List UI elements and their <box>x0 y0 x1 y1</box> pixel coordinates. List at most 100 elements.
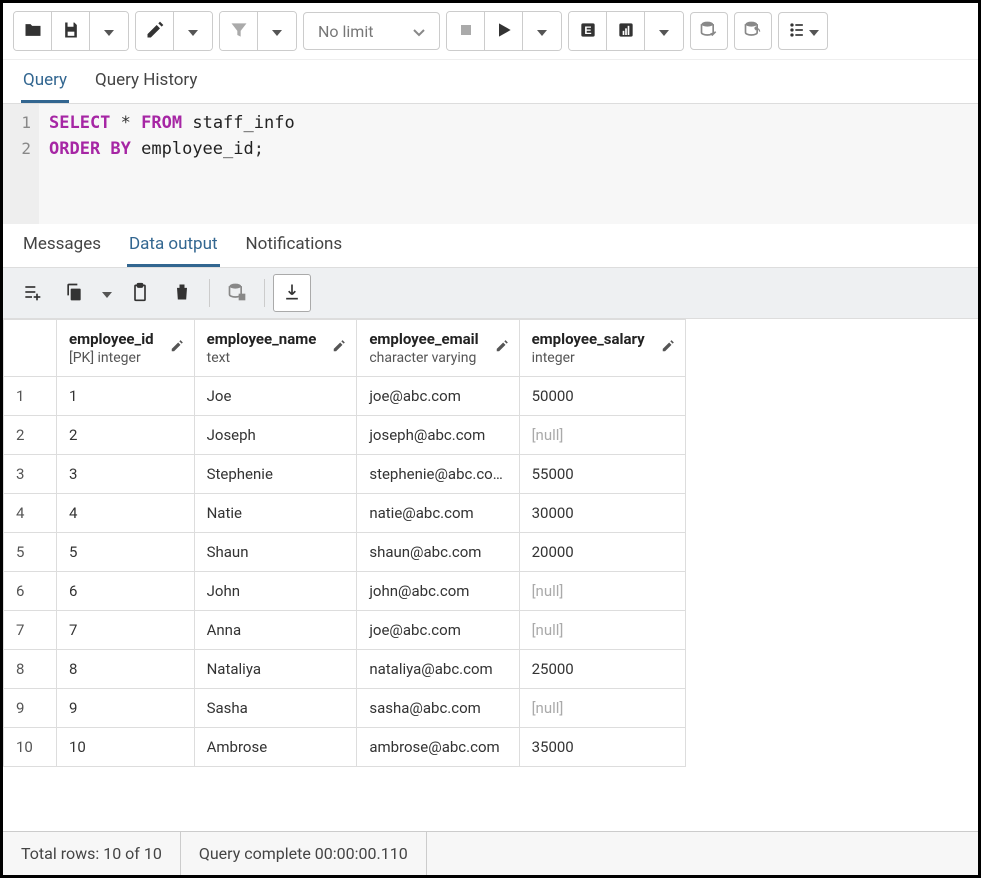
table-row[interactable]: 5 5 Shaun shaun@abc.com 20000 <box>4 533 686 572</box>
cell-id[interactable]: 1 <box>57 377 195 416</box>
cell-salary[interactable]: 25000 <box>519 650 685 689</box>
column-name: employee_salary <box>532 330 645 348</box>
cell-name[interactable]: Stephenie <box>194 455 357 494</box>
execute-dropdown-button[interactable] <box>523 12 561 50</box>
cell-salary[interactable]: [null] <box>519 611 685 650</box>
table-row[interactable]: 8 8 Nataliya nataliya@abc.com 25000 <box>4 650 686 689</box>
add-row-button[interactable] <box>13 274 51 312</box>
table-row[interactable]: 10 10 Ambrose ambrose@abc.com 35000 <box>4 728 686 767</box>
table-row[interactable]: 9 9 Sasha sasha@abc.com [null] <box>4 689 686 728</box>
row-number: 9 <box>4 689 57 728</box>
cell-name[interactable]: Natie <box>194 494 357 533</box>
sql-code[interactable]: SELECT * FROM staff_info ORDER BY employ… <box>39 104 978 224</box>
table-row[interactable]: 4 4 Natie natie@abc.com 30000 <box>4 494 686 533</box>
table-row[interactable]: 3 3 Stephenie stephenie@abc.co… 55000 <box>4 455 686 494</box>
row-number: 3 <box>4 455 57 494</box>
save-icon <box>61 20 81 43</box>
tab-query[interactable]: Query <box>21 60 69 103</box>
cell-email[interactable]: stephenie@abc.co… <box>357 455 519 494</box>
tab-messages[interactable]: Messages <box>21 224 103 267</box>
paste-button[interactable] <box>121 274 159 312</box>
cell-email[interactable]: shaun@abc.com <box>357 533 519 572</box>
cell-id[interactable]: 4 <box>57 494 195 533</box>
table-row[interactable]: 2 2 Joseph joseph@abc.com [null] <box>4 416 686 455</box>
cell-salary[interactable]: 35000 <box>519 728 685 767</box>
row-number: 1 <box>4 377 57 416</box>
rollback-button[interactable] <box>734 12 772 50</box>
delete-button[interactable] <box>163 274 201 312</box>
copy-dropdown-button[interactable] <box>97 274 117 312</box>
edit-dropdown-button[interactable] <box>174 12 212 50</box>
play-icon <box>494 20 514 43</box>
cell-salary[interactable]: 50000 <box>519 377 685 416</box>
cell-id[interactable]: 8 <box>57 650 195 689</box>
download-button[interactable] <box>273 274 311 312</box>
results-grid[interactable]: employee_id[PK] integeremployee_nametext… <box>3 319 978 831</box>
table-row[interactable]: 6 6 John john@abc.com [null] <box>4 572 686 611</box>
cell-email[interactable]: joe@abc.com <box>357 611 519 650</box>
table-row[interactable]: 7 7 Anna joe@abc.com [null] <box>4 611 686 650</box>
save-dropdown-button[interactable] <box>90 12 128 50</box>
macros-button[interactable] <box>778 12 828 50</box>
explain-analyze-button[interactable] <box>607 12 645 50</box>
edit-button[interactable] <box>136 12 174 50</box>
cell-email[interactable]: ambrose@abc.com <box>357 728 519 767</box>
copy-button[interactable] <box>55 274 93 312</box>
cell-id[interactable]: 10 <box>57 728 195 767</box>
filter-button[interactable] <box>220 12 258 50</box>
explain-dropdown-button[interactable] <box>645 12 683 50</box>
download-icon <box>282 282 302 305</box>
list-icon <box>787 20 807 43</box>
cell-id[interactable]: 6 <box>57 572 195 611</box>
column-header[interactable]: employee_emailcharacter varying <box>357 320 519 377</box>
cell-id[interactable]: 3 <box>57 455 195 494</box>
cell-id[interactable]: 7 <box>57 611 195 650</box>
cell-email[interactable]: natie@abc.com <box>357 494 519 533</box>
cell-name[interactable]: Nataliya <box>194 650 357 689</box>
cell-email[interactable]: nataliya@abc.com <box>357 650 519 689</box>
chevron-down-icon <box>102 286 112 301</box>
column-header[interactable]: employee_id[PK] integer <box>57 320 195 377</box>
explain-button[interactable]: E <box>569 12 607 50</box>
cell-name[interactable]: Anna <box>194 611 357 650</box>
cell-salary[interactable]: 55000 <box>519 455 685 494</box>
tab-query-history[interactable]: Query History <box>93 60 199 103</box>
cell-name[interactable]: Joseph <box>194 416 357 455</box>
save-file-button[interactable] <box>52 12 90 50</box>
table-row[interactable]: 1 1 Joe joe@abc.com 50000 <box>4 377 686 416</box>
cell-name[interactable]: Sasha <box>194 689 357 728</box>
column-header[interactable]: employee_nametext <box>194 320 357 377</box>
tab-notifications[interactable]: Notifications <box>244 224 345 267</box>
open-file-button[interactable] <box>14 12 52 50</box>
commit-button[interactable] <box>690 12 728 50</box>
cell-salary[interactable]: 30000 <box>519 494 685 533</box>
cell-salary[interactable]: [null] <box>519 689 685 728</box>
cell-name[interactable]: Ambrose <box>194 728 357 767</box>
cell-salary[interactable]: [null] <box>519 416 685 455</box>
save-data-button[interactable] <box>218 274 256 312</box>
execute-button[interactable] <box>485 12 523 50</box>
trash-icon <box>172 282 192 305</box>
cell-name[interactable]: John <box>194 572 357 611</box>
sql-editor[interactable]: 12 SELECT * FROM staff_info ORDER BY emp… <box>3 104 978 224</box>
stop-button[interactable] <box>447 12 485 50</box>
tab-data-output[interactable]: Data output <box>127 224 220 267</box>
cell-email[interactable]: sasha@abc.com <box>357 689 519 728</box>
cell-email[interactable]: joseph@abc.com <box>357 416 519 455</box>
cell-name[interactable]: Shaun <box>194 533 357 572</box>
filter-dropdown-button[interactable] <box>258 12 296 50</box>
cell-id[interactable]: 5 <box>57 533 195 572</box>
cell-salary[interactable]: [null] <box>519 572 685 611</box>
cell-email[interactable]: john@abc.com <box>357 572 519 611</box>
cell-id[interactable]: 2 <box>57 416 195 455</box>
cell-id[interactable]: 9 <box>57 689 195 728</box>
separator <box>209 279 210 307</box>
limit-select[interactable]: No limit <box>303 12 440 50</box>
pencil-icon <box>145 20 165 43</box>
column-header[interactable]: employee_salaryinteger <box>519 320 685 377</box>
limit-label: No limit <box>318 22 373 41</box>
cell-email[interactable]: joe@abc.com <box>357 377 519 416</box>
cell-name[interactable]: Joe <box>194 377 357 416</box>
corner-cell <box>4 320 57 377</box>
cell-salary[interactable]: 20000 <box>519 533 685 572</box>
